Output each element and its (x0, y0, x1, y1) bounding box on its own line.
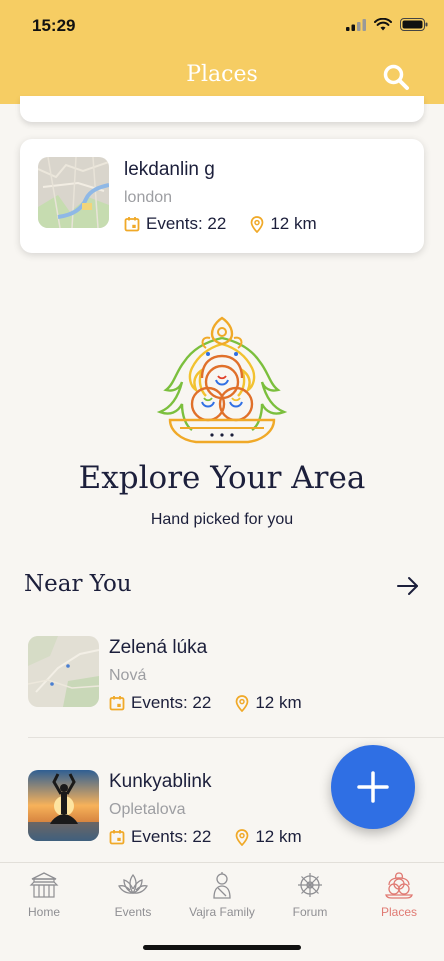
location-pin-icon (235, 694, 249, 712)
place-street: Opletalova (109, 801, 186, 818)
tab-label: Events (114, 905, 152, 919)
tab-label: Vajra Family (189, 905, 255, 919)
place-city: london (124, 189, 173, 206)
monk-icon (213, 872, 231, 899)
tab-places[interactable]: Places (354, 871, 444, 919)
status-icons (346, 18, 428, 31)
place-meta: Events: 22 12 km (124, 214, 317, 234)
top-bar: 15:29 Places (0, 0, 444, 104)
tab-events[interactable]: Events (88, 871, 178, 919)
section-heading: Near You (24, 571, 132, 597)
page-title: Places (186, 62, 258, 87)
distance: 12 km (270, 214, 317, 233)
divider (28, 737, 444, 738)
place-card-partial[interactable] (20, 96, 424, 122)
buddhist-ornament-icon (156, 316, 288, 444)
battery-icon (400, 18, 428, 31)
place-name: Kunkyablink (109, 771, 212, 792)
events-count: Events: 22 (131, 827, 212, 846)
wifi-icon (374, 18, 392, 31)
plus-icon (357, 771, 389, 803)
location-pin-icon (250, 215, 264, 233)
tab-label: Forum (292, 905, 328, 919)
hero-subtitle: Hand picked for you (150, 511, 294, 528)
calendar-icon (109, 696, 125, 711)
arrow-right-icon[interactable] (396, 574, 420, 598)
place-map-thumbnail (28, 636, 99, 707)
place-map-thumbnail (38, 157, 109, 228)
dharma-wheel-icon (298, 873, 322, 897)
place-name: lekdanlin g (124, 159, 215, 180)
distance: 12 km (255, 693, 302, 712)
places-icon (385, 872, 413, 899)
calendar-icon (109, 830, 125, 845)
tab-label: Home (27, 905, 60, 919)
hero-title: Explore Your Area (78, 460, 366, 496)
place-name: Zelená lúka (109, 637, 208, 658)
temple-icon (29, 872, 59, 898)
place-meta: Events: 22 12 km (109, 827, 302, 847)
place-street: Nová (109, 667, 147, 684)
place-meta: Events: 22 12 km (109, 693, 302, 713)
tab-home[interactable]: Home (0, 871, 89, 919)
lotus-icon (118, 873, 148, 895)
cellular-signal-icon (346, 18, 366, 31)
events-count: Events: 22 (146, 214, 227, 233)
location-pin-icon (235, 828, 249, 846)
add-place-button[interactable] (331, 745, 415, 829)
place-photo-thumbnail (28, 770, 99, 841)
tab-label: Places (380, 905, 418, 919)
home-indicator (143, 945, 301, 950)
tab-forum[interactable]: Forum (265, 871, 355, 919)
calendar-icon (124, 217, 140, 232)
status-time: 15:29 (32, 16, 76, 35)
place-card[interactable]: lekdanlin g london Events: 22 12 km (20, 139, 424, 253)
events-count: Events: 22 (131, 693, 212, 712)
search-icon[interactable] (382, 63, 410, 91)
tab-vajra-family[interactable]: Vajra Family (177, 871, 267, 919)
distance: 12 km (255, 827, 302, 846)
